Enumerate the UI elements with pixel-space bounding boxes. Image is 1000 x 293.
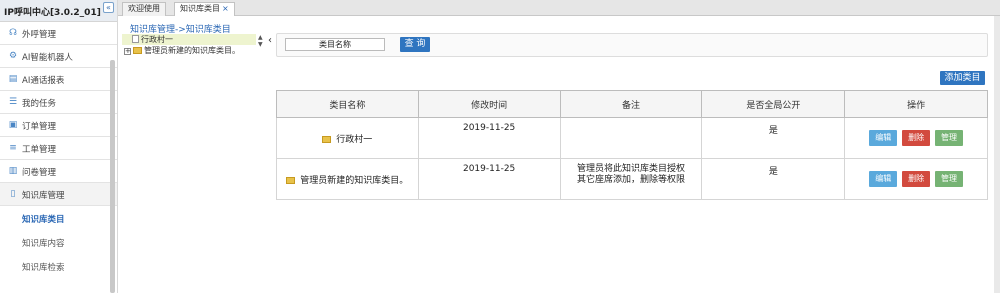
sidebar-item-ai-report[interactable]: ▤ AI通话报表 (0, 68, 117, 91)
tab-welcome[interactable]: 欢迎使用 (122, 2, 166, 16)
column-header: 是否全局公开 (701, 90, 846, 118)
headset-icon: ☊ (9, 28, 17, 38)
list-icon: ≡ (9, 143, 17, 153)
sidebar-item-label: AI智能机器人 (22, 53, 73, 63)
tree-item[interactable]: + 管理员新建的知识库类目。 (122, 45, 256, 56)
column-header: 类目名称 (276, 90, 419, 118)
table-row: 管理员新建的知识库类目。 2019-11-25 管理员将此知识库类目授权其它座席… (276, 158, 988, 200)
tree-item-label: 管理员新建的知识库类目。 (144, 46, 240, 55)
tab-bar: 欢迎使用 知识库类目 × (118, 0, 1000, 16)
sidebar-item-tickets[interactable]: ≡ 工单管理 (0, 137, 117, 160)
category-name: 管理员新建的知识库类目。 (300, 175, 409, 186)
expand-icon[interactable]: + (124, 48, 131, 55)
note-cell (559, 117, 703, 159)
close-icon[interactable]: × (222, 4, 229, 13)
sidebar-scrollbar[interactable] (110, 60, 115, 293)
sidebar-item-my-tasks[interactable]: ☰ 我的任务 (0, 91, 117, 114)
modified-time-cell: 2019-11-25 (417, 158, 561, 200)
folder-icon (322, 135, 332, 143)
category-name-cell: 行政村一 (276, 117, 419, 159)
note-text: 管理员将此知识库类目授权其它座席添加，删除等权限 (576, 164, 685, 185)
page-scrollbar[interactable] (994, 16, 1000, 293)
sidebar: IP呼叫中心[3.0.2_01] « ☊ 外呼管理 ⚙ AI智能机器人 ▤ AI… (0, 0, 118, 293)
tab-label: 欢迎使用 (128, 4, 160, 13)
sidebar-item-label: 订单管理 (22, 122, 57, 132)
sidebar-item-label: 工单管理 (22, 145, 57, 155)
category-name-input[interactable]: 类目名称 (285, 38, 385, 51)
sidebar-subitem-label: 知识库类目 (22, 215, 65, 225)
operations-cell: 编辑 删除 管理 (844, 158, 988, 200)
sidebar-subitem-kb-search[interactable]: 知识库检索 (0, 254, 117, 278)
collapse-tree-icon[interactable]: ‹ (268, 35, 272, 46)
book-icon: ▯ (10, 189, 16, 199)
sidebar-item-label: 我的任务 (22, 99, 57, 109)
add-category-button[interactable]: 添加类目 (940, 71, 985, 85)
search-button[interactable]: 查 询 (400, 37, 430, 52)
sidebar-item-knowledge-base[interactable]: ▯ 知识库管理 (0, 183, 117, 206)
edit-button[interactable]: 编辑 (869, 171, 898, 187)
delete-button[interactable]: 删除 (902, 130, 931, 146)
table-header-row: 类目名称 修改时间 备注 是否全局公开 操作 (276, 90, 988, 118)
category-table: 类目名称 修改时间 备注 是否全局公开 操作 行政村一 2019-11-25 是… (276, 90, 988, 200)
public-cell: 是 (701, 158, 846, 200)
column-header: 操作 (844, 90, 988, 118)
delete-button[interactable]: 删除 (902, 171, 931, 187)
clipboard-icon: ▥ (8, 166, 18, 176)
sidebar-subitem-kb-content[interactable]: 知识库内容 (0, 230, 117, 254)
sidebar-subitem-kb-category[interactable]: 知识库类目 (0, 206, 117, 230)
sidebar-item-orders[interactable]: ▣ 订单管理 (0, 114, 117, 137)
modified-time-cell: 2019-11-25 (417, 117, 561, 159)
manage-button[interactable]: 管理 (934, 171, 963, 187)
column-header: 备注 (559, 90, 703, 118)
report-icon: ▤ (8, 74, 18, 84)
sidebar-item-questionnaire[interactable]: ▥ 问卷管理 (0, 160, 117, 183)
folder-icon (286, 176, 296, 184)
tree-scroll-arrows[interactable]: ▲ ▼ (258, 34, 263, 48)
scroll-up-icon[interactable]: ▲ (258, 34, 263, 41)
category-tree: 行政村一 + 管理员新建的知识库类目。 (122, 34, 256, 56)
sidebar-header: IP呼叫中心[3.0.2_01] « (0, 0, 117, 22)
manage-button[interactable]: 管理 (934, 130, 963, 146)
note-cell: 管理员将此知识库类目授权其它座席添加，删除等权限 (559, 158, 703, 200)
sidebar-item-outbound[interactable]: ☊ 外呼管理 (0, 22, 117, 45)
main-content: 知识库管理->知识库类目 行政村一 + 管理员新建的知识库类目。 ▲ ▼ ‹ 类目… (118, 16, 994, 293)
tree-item[interactable]: 行政村一 (122, 34, 256, 45)
robot-icon: ⚙ (8, 51, 18, 61)
public-cell: 是 (701, 117, 846, 159)
tree-item-label: 行政村一 (141, 35, 173, 44)
folder-icon (133, 47, 142, 54)
search-panel: 类目名称 查 询 (276, 33, 988, 57)
sidebar-item-ai-robot[interactable]: ⚙ AI智能机器人 (0, 45, 117, 68)
category-name: 行政村一 (336, 134, 373, 145)
sidebar-subitem-label: 知识库检索 (22, 263, 65, 273)
tab-label: 知识库类目 (180, 4, 220, 13)
document-icon (132, 35, 139, 43)
edit-button[interactable]: 编辑 (869, 130, 898, 146)
cart-icon: ▣ (8, 120, 18, 130)
task-icon: ☰ (8, 97, 18, 107)
sidebar-item-label: 问卷管理 (22, 168, 57, 178)
category-name-cell: 管理员新建的知识库类目。 (276, 158, 419, 200)
collapse-sidebar-button[interactable]: « (103, 2, 114, 13)
sidebar-item-label: 知识库管理 (22, 191, 65, 201)
sidebar-item-label: 外呼管理 (22, 30, 57, 40)
scroll-down-icon[interactable]: ▼ (258, 41, 263, 48)
app-title: IP呼叫中心[3.0.2_01] (4, 8, 101, 18)
table-row: 行政村一 2019-11-25 是 编辑 删除 管理 (276, 117, 988, 159)
sidebar-subitem-label: 知识库内容 (22, 239, 65, 249)
tab-kb-category[interactable]: 知识库类目 × (174, 2, 235, 16)
sidebar-item-label: AI通话报表 (22, 76, 65, 86)
column-header: 修改时间 (417, 90, 561, 118)
operations-cell: 编辑 删除 管理 (844, 117, 988, 159)
